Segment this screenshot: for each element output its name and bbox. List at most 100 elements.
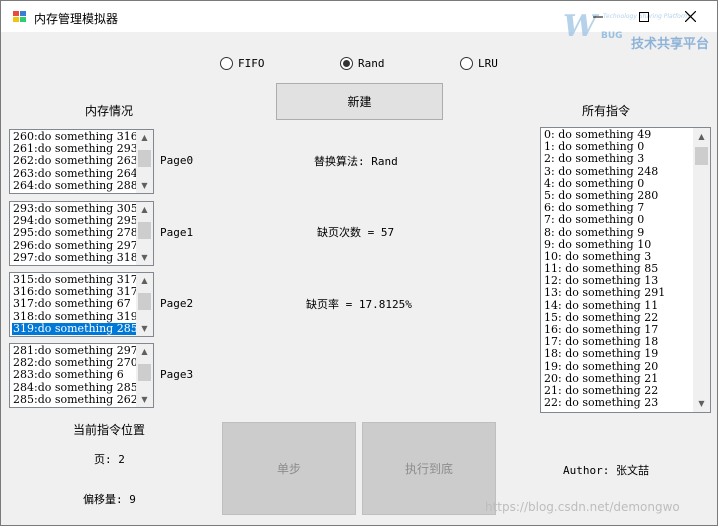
list-item[interactable]: 295:do something 278 <box>12 227 136 239</box>
list-item[interactable]: 296:do something 297 <box>12 240 136 252</box>
list-item[interactable]: 283:do something 6 <box>12 369 136 381</box>
list-item[interactable]: 6: do something 7 <box>543 202 693 214</box>
list-item[interactable]: 16: do something 17 <box>543 324 693 336</box>
list-item[interactable]: 13: do something 291 <box>543 287 693 299</box>
radio-fifo-circle[interactable] <box>220 57 233 70</box>
algorithm-text: 替换算法: Rand <box>314 155 398 168</box>
close-icon <box>684 11 696 22</box>
window-title: 内存管理模拟器 <box>34 12 119 26</box>
scroll-up-icon[interactable]: ▲ <box>136 344 153 359</box>
instructions-listbox[interactable]: 0: do something 49 1: do something 0 2: do… <box>540 127 711 413</box>
list-item[interactable]: 19: do something 20 <box>543 361 693 373</box>
list-item[interactable]: 260:do something 316 <box>12 131 136 143</box>
close-button[interactable] <box>667 1 713 32</box>
scroll-down-icon[interactable]: ▼ <box>136 392 153 407</box>
scroll-thumb[interactable] <box>138 150 151 167</box>
page-label-3: Page3 <box>160 368 194 381</box>
list-item[interactable]: 263:do something 264 <box>12 168 136 180</box>
title-bar[interactable]: 内存管理模拟器 W Technology Sharing Platform BU… <box>1 1 717 52</box>
page-listbox-3[interactable]: 281:do something 297 282:do something 270… <box>9 343 154 408</box>
list-item[interactable]: 0: do something 49 <box>543 129 693 141</box>
scroll-up-icon[interactable]: ▲ <box>693 128 710 145</box>
position-page: 页: 2 <box>94 453 125 466</box>
list-item[interactable]: 5: do something 280 <box>543 190 693 202</box>
radio-fifo[interactable]: FIFO <box>220 57 265 70</box>
list-item[interactable]: 9: do something 10 <box>543 239 693 251</box>
radio-rand[interactable]: Rand <box>340 57 385 70</box>
list-item[interactable]: 293:do something 305 <box>12 203 136 215</box>
list-item[interactable]: 22: do something 23 <box>543 397 693 409</box>
scroll-down-icon[interactable]: ▼ <box>136 250 153 265</box>
page-listbox-0[interactable]: 260:do something 316 261:do something 293… <box>9 129 154 194</box>
list-item[interactable]: 297:do something 318 <box>12 252 136 264</box>
page-scrollbar[interactable]: ▲ ▼ <box>136 130 153 193</box>
minimize-icon <box>593 16 603 17</box>
watermark-url: https://blog.csdn.net/demongwo <box>485 500 680 514</box>
scroll-thumb[interactable] <box>138 293 151 310</box>
maximize-icon <box>639 11 649 22</box>
app-icon <box>13 11 27 23</box>
scroll-up-icon[interactable]: ▲ <box>136 202 153 217</box>
scroll-thumb[interactable] <box>138 222 151 239</box>
radio-rand-circle[interactable] <box>340 57 353 70</box>
list-item[interactable]: 264:do something 288 <box>12 180 136 192</box>
list-item[interactable]: 17: do something 18 <box>543 336 693 348</box>
list-item[interactable]: 14: do something 11 <box>543 300 693 312</box>
scroll-thumb[interactable] <box>695 147 708 165</box>
new-button[interactable]: 新建 <box>276 83 443 120</box>
page-listbox-2[interactable]: 315:do something 317 316:do something 317… <box>9 272 154 337</box>
page-listbox-1[interactable]: 293:do something 305 294:do something 295… <box>9 201 154 266</box>
list-item[interactable]: 261:do something 293 <box>12 143 136 155</box>
scroll-thumb[interactable] <box>138 364 151 381</box>
list-item[interactable]: 318:do something 319 <box>12 311 136 323</box>
list-item[interactable]: 317:do something 67 <box>12 298 136 310</box>
list-item[interactable]: 316:do something 317 <box>12 286 136 298</box>
list-item[interactable]: 10: do something 3 <box>543 251 693 263</box>
page-scrollbar[interactable]: ▲ ▼ <box>136 273 153 336</box>
main-window: 内存管理模拟器 W Technology Sharing Platform BU… <box>0 0 718 526</box>
author-label: Author: 张文喆 <box>563 464 649 477</box>
list-item[interactable]: 2: do something 3 <box>543 153 693 165</box>
list-item[interactable]: 262:do something 263 <box>12 155 136 167</box>
page-label-2: Page2 <box>160 297 194 310</box>
maximize-button[interactable] <box>621 1 667 32</box>
radio-lru-label: LRU <box>478 57 498 70</box>
list-item[interactable]: 294:do something 295 <box>12 215 136 227</box>
list-item[interactable]: 319:do something 285 <box>12 322 136 335</box>
memory-title: 内存情况 <box>85 104 134 118</box>
run-to-end-button[interactable]: 执行到底 <box>362 422 496 515</box>
list-item[interactable]: 285:do something 262 <box>12 394 136 406</box>
list-item[interactable]: 282:do something 270 <box>12 357 136 369</box>
radio-lru-circle[interactable] <box>460 57 473 70</box>
list-item[interactable]: 18: do something 19 <box>543 348 693 360</box>
radio-lru[interactable]: LRU <box>460 57 498 70</box>
list-item[interactable]: 281:do something 297 <box>12 345 136 357</box>
radio-rand-label: Rand <box>358 57 385 70</box>
page-scrollbar[interactable]: ▲ ▼ <box>136 202 153 265</box>
scroll-down-icon[interactable]: ▼ <box>136 178 153 193</box>
instructions-scrollbar[interactable]: ▲ ▼ <box>693 128 710 412</box>
fault-rate-text: 缺页率 = 17.8125% <box>306 298 412 311</box>
list-item[interactable]: 15: do something 22 <box>543 312 693 324</box>
list-item[interactable]: 4: do something 0 <box>543 178 693 190</box>
list-item[interactable]: 1: do something 0 <box>543 141 693 153</box>
scroll-up-icon[interactable]: ▲ <box>136 130 153 145</box>
list-item[interactable]: 284:do something 285 <box>12 382 136 394</box>
list-item[interactable]: 7: do something 0 <box>543 214 693 226</box>
scroll-up-icon[interactable]: ▲ <box>136 273 153 288</box>
list-item[interactable]: 8: do something 9 <box>543 227 693 239</box>
position-title: 当前指令位置 <box>73 423 146 437</box>
list-item[interactable]: 21: do something 22 <box>543 385 693 397</box>
list-item[interactable]: 20: do something 21 <box>543 373 693 385</box>
step-button[interactable]: 单步 <box>222 422 356 515</box>
scroll-down-icon[interactable]: ▼ <box>136 321 153 336</box>
position-offset: 偏移量: 9 <box>83 493 136 506</box>
list-item[interactable]: 12: do something 13 <box>543 275 693 287</box>
instructions-title: 所有指令 <box>582 104 631 118</box>
list-item[interactable]: 11: do something 85 <box>543 263 693 275</box>
list-item[interactable]: 3: do something 248 <box>543 166 693 178</box>
list-item[interactable]: 315:do something 317 <box>12 274 136 286</box>
minimize-button[interactable] <box>575 1 621 32</box>
scroll-down-icon[interactable]: ▼ <box>693 395 710 412</box>
page-scrollbar[interactable]: ▲ ▼ <box>136 344 153 407</box>
